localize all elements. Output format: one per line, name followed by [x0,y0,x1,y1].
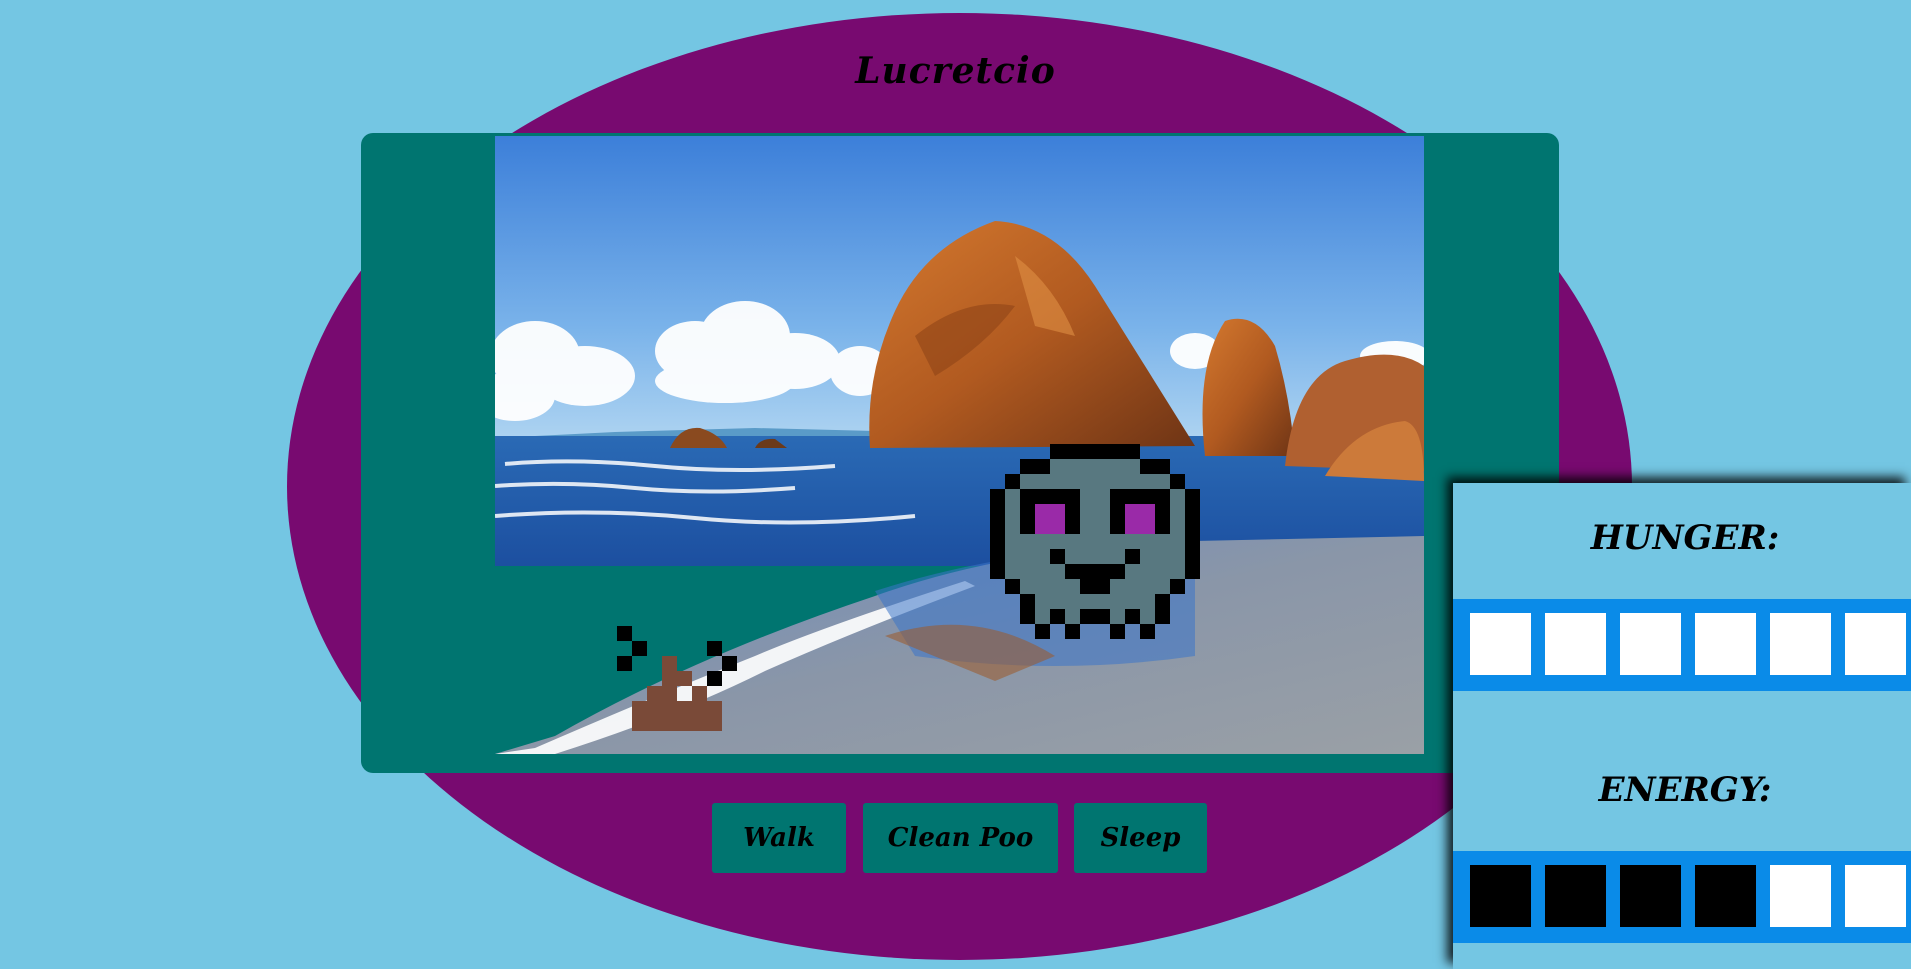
hunger-cell [1470,613,1531,675]
hunger-cell [1845,613,1906,675]
poo-icon[interactable] [617,626,737,746]
stats-panel: HUNGER: ENERGY: [1453,483,1911,969]
pet-sprite[interactable] [990,444,1210,664]
energy-cell [1845,865,1906,927]
energy-cell [1695,865,1756,927]
hunger-cell [1695,613,1756,675]
energy-bar [1453,851,1911,943]
energy-cell [1620,865,1681,927]
energy-cell [1770,865,1831,927]
energy-cell [1545,865,1606,927]
hunger-cell [1620,613,1681,675]
clean-poo-button[interactable]: Clean Poo [863,803,1058,873]
hunger-cell [1770,613,1831,675]
energy-label: ENERGY: [1598,770,1772,810]
hunger-bar [1453,599,1911,691]
energy-cell [1470,865,1531,927]
walk-button[interactable]: Walk [712,803,846,873]
game-scene [495,136,1424,754]
sleep-button[interactable]: Sleep [1074,803,1207,873]
pet-name: Lucretcio [855,50,1056,92]
hunger-label: HUNGER: [1590,518,1780,558]
hunger-cell [1545,613,1606,675]
